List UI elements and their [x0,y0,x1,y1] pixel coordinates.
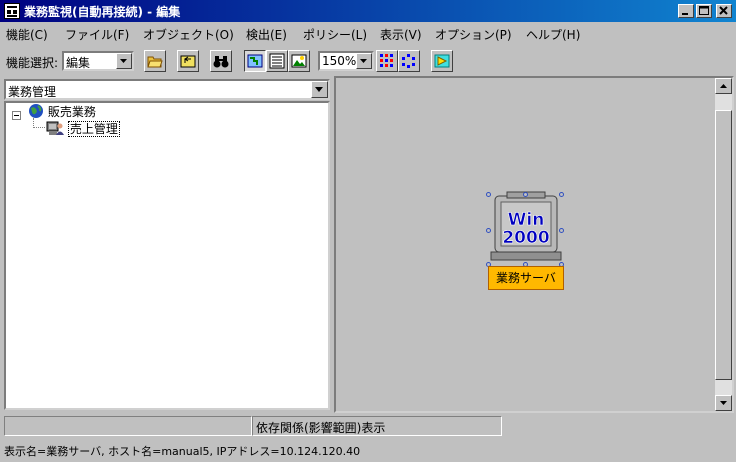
selection-handle[interactable] [523,192,528,197]
menu-file[interactable]: ファイル(F) [65,26,129,43]
status-field-center: 依存関係(影響範囲)表示 [252,416,502,436]
scroll-down-button[interactable] [715,395,732,411]
zoom-select-value: 150% [322,54,357,68]
chevron-down-icon[interactable] [116,53,132,69]
map-view-button[interactable] [244,50,266,72]
menu-view[interactable]: 表示(V) [380,26,422,43]
title-bar: 業務監視(自動再接続) - 編集 [0,0,736,22]
chevron-down-icon[interactable] [356,53,372,69]
server-node[interactable]: Win 2000 [487,190,565,266]
selection-handle[interactable] [486,192,491,197]
selection-handle[interactable] [486,228,491,233]
arrow-up-icon [720,84,727,88]
selection-handle[interactable] [559,192,564,197]
menu-function[interactable]: 機能(C) [6,26,48,43]
dependency-status-text: 依存関係(影響範囲)表示 [256,421,386,435]
view-select[interactable]: 業務管理 [4,79,330,100]
maximize-button[interactable] [696,4,712,18]
maximize-icon [699,6,709,15]
tree-item-sales-management[interactable]: 売上管理 [46,120,120,137]
menu-policy[interactable]: ポリシー(L) [303,26,367,43]
arrow-down-icon [720,401,727,405]
menu-bar: 機能(C) ファイル(F) オブジェクト(O) 検出(E) ポリシー(L) 表示… [0,22,736,44]
status-field-left [4,416,252,436]
up-folder-icon [180,55,196,68]
tree-item-label: 売上管理 [67,121,120,137]
parent-folder-button[interactable] [177,50,199,72]
function-select[interactable]: 編集 [62,51,134,71]
image-view-icon [291,54,307,68]
close-icon [719,6,728,15]
view-select-value: 業務管理 [8,85,57,99]
globe-icon [29,104,43,118]
tree-panel [4,101,330,410]
computer-user-icon [46,121,64,135]
windows-server-icon: Win 2000 [490,191,562,261]
scrollbar-thumb[interactable] [715,110,732,380]
tree-connector [33,127,45,128]
list-view-icon [269,53,285,69]
node-icon-text-bottom: 2000 [502,228,549,248]
open-button[interactable] [144,50,166,72]
grid-layout-button[interactable] [376,50,398,72]
node-info-text: 表示名=業務サーバ, ホスト名=manual5, IPアドレス=10.124.1… [4,445,361,458]
open-folder-icon [147,56,163,68]
function-select-value: 編集 [66,56,91,70]
circle-layout-button[interactable] [398,50,420,72]
vertical-scrollbar[interactable] [715,78,732,411]
circle-layout-icon [402,54,415,68]
close-button[interactable] [716,4,732,18]
menu-options[interactable]: オプション(P) [435,26,512,43]
menu-object[interactable]: オブジェクト(O) [143,26,234,43]
minimize-button[interactable] [678,4,694,18]
grid-layout-icon [380,54,393,67]
server-node-label[interactable]: 業務サーバ [488,266,564,290]
minimize-icon [682,13,688,15]
window-title: 業務監視(自動再接続) - 編集 [24,5,181,19]
collapse-icon[interactable] [12,111,21,120]
node-icon-text-top: Win [508,210,545,230]
menu-help[interactable]: ヘルプ(H) [526,26,580,43]
search-button[interactable] [210,50,232,72]
refresh-button[interactable] [431,50,453,72]
tree-item-sales-business[interactable]: 販売業務 [28,103,96,120]
function-select-label: 機能選択: [6,56,59,70]
list-view-button[interactable] [266,50,288,72]
selection-handle[interactable] [559,228,564,233]
chevron-down-icon[interactable] [311,81,328,98]
scroll-up-button[interactable] [715,78,732,94]
zoom-select[interactable]: 150% [318,51,374,71]
app-icon [4,3,20,19]
map-view-icon [247,54,263,68]
refresh-icon [434,54,450,68]
binoculars-search-icon [213,56,229,68]
menu-detect[interactable]: 検出(E) [246,26,287,43]
image-view-button[interactable] [288,50,310,72]
tree-item-label: 販売業務 [47,105,96,119]
toolbar: 機能選択: 編集 150% [0,46,736,76]
